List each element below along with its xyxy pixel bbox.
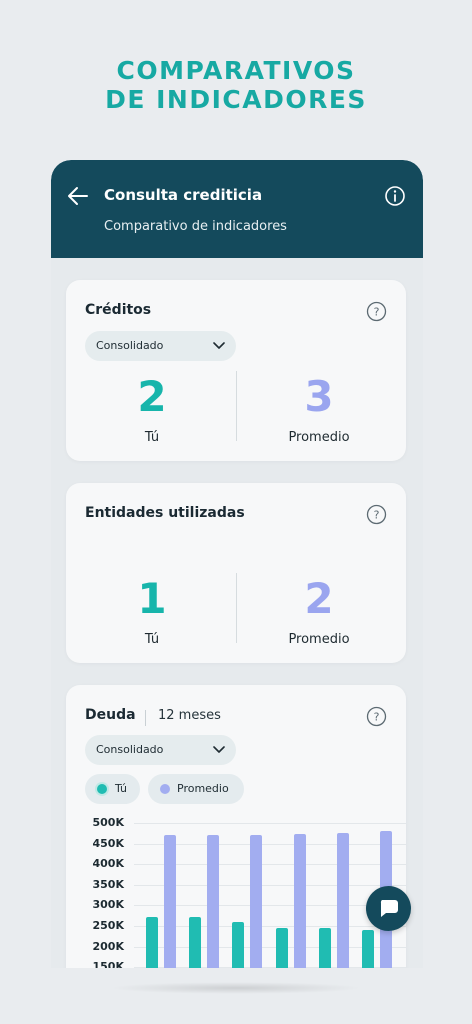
bar-tu [276, 928, 288, 968]
creditos-title: Créditos [85, 302, 152, 318]
creditos-avg-label: Promedio [288, 430, 350, 445]
creditos-you-stat: 2 Tú [77, 372, 227, 446]
legend-you-chip[interactable]: Tú [85, 774, 140, 804]
bar-promedio [337, 833, 349, 968]
title-separator [145, 710, 146, 726]
divider [236, 371, 237, 441]
arrow-left-icon[interactable] [67, 186, 89, 206]
entidades-you-value: 1 [137, 574, 167, 623]
entidades-you-stat: 1 Tú [77, 574, 227, 648]
entidades-avg-value: 2 [304, 574, 334, 623]
y-tick-label: 300K [92, 898, 125, 912]
svg-text:?: ? [374, 509, 380, 522]
legend-you-label: Tú [115, 782, 128, 795]
chat-button[interactable] [366, 886, 411, 931]
y-tick-label: 500K [92, 816, 125, 829]
bar-promedio [294, 833, 306, 968]
deuda-period: 12 meses [158, 708, 221, 723]
chat-icon [380, 900, 398, 917]
svg-text:?: ? [374, 306, 380, 319]
svg-text:?: ? [374, 711, 380, 724]
entidades-you-label: Tú [144, 632, 160, 647]
bar-tu [146, 916, 158, 968]
help-icon[interactable]: ? [366, 706, 387, 727]
promo-title-line1: COMPARATIVOS [116, 56, 356, 85]
y-tick-label: 250K [92, 919, 125, 932]
help-icon[interactable]: ? [366, 301, 387, 322]
creditos-you-label: Tú [144, 430, 160, 445]
entidades-avg-stat: 2 Promedio [244, 574, 394, 648]
creditos-avg-value: 3 [304, 372, 334, 421]
bar-promedio [164, 835, 176, 968]
creditos-you-value: 2 [137, 372, 167, 421]
entidades-title: Entidades utilizadas [85, 505, 245, 521]
deuda-card: Deuda 12 meses ? Consolidado Tú Promedio… [66, 685, 406, 968]
entidades-card: Entidades utilizadas ? 1 Tú 2 Promedio [66, 483, 406, 663]
y-tick-label: 350K [92, 877, 125, 891]
bar-promedio [207, 835, 219, 968]
creditos-avg-stat: 3 Promedio [244, 372, 394, 446]
bar-tu [189, 916, 201, 968]
info-icon[interactable] [384, 185, 406, 207]
y-tick-label: 200K [92, 939, 125, 953]
deuda-title: Deuda [85, 707, 136, 723]
creditos-filter-dropdown[interactable]: Consolidado [85, 331, 236, 361]
y-tick-label: 150K [92, 960, 125, 968]
promo-title: COMPARATIVOS DE INDICADORES [0, 56, 472, 114]
header-title: Consulta crediticia [104, 186, 263, 204]
bar-tu [319, 928, 331, 968]
bar-tu [232, 921, 244, 968]
legend-avg-label: Promedio [177, 782, 229, 795]
divider [236, 573, 237, 643]
entidades-avg-label: Promedio [288, 632, 350, 647]
legend-avg-chip[interactable]: Promedio [148, 774, 244, 804]
y-tick-label: 450K [92, 836, 125, 850]
chevron-down-icon [213, 342, 225, 349]
phone-screen: Consulta crediticia Comparativo de indic… [51, 160, 423, 968]
promo-title-line2: DE INDICADORES [105, 85, 367, 114]
bar-tu [362, 930, 374, 968]
help-icon[interactable]: ? [366, 504, 387, 525]
dropdown-label: Consolidado [96, 743, 164, 756]
legend-you-dot [97, 784, 107, 794]
legend-avg-dot [160, 784, 170, 794]
header-subtitle: Comparativo de indicadores [104, 219, 287, 234]
deuda-filter-dropdown[interactable]: Consolidado [85, 735, 236, 765]
creditos-card: Créditos ? Consolidado 2 Tú 3 Promedio [66, 280, 406, 461]
chevron-down-icon [213, 746, 225, 753]
bar-promedio [250, 834, 262, 968]
phone-shadow [110, 982, 362, 994]
app-header: Consulta crediticia Comparativo de indic… [51, 160, 423, 258]
y-tick-label: 400K [92, 857, 125, 871]
gridline [134, 823, 406, 824]
dropdown-label: Consolidado [96, 339, 164, 352]
